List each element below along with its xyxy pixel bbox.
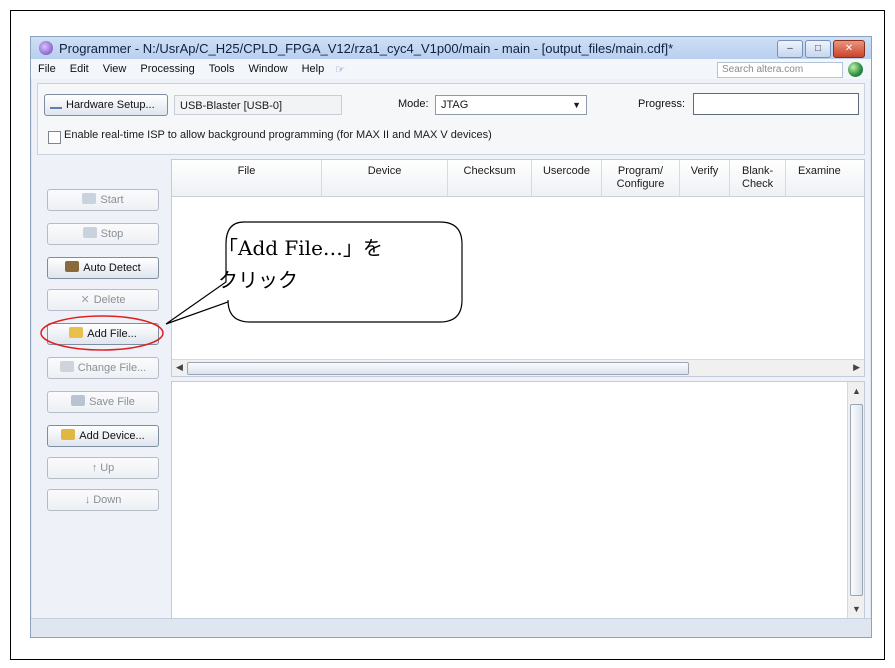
col-device[interactable]: Device [322,160,448,196]
arrow-up-icon: ↑ [91,462,98,474]
callout-line-1: 「Add File…」を [218,236,383,260]
auto-detect-icon [65,261,80,272]
add-device-label: Add Device... [79,430,145,442]
callout-text: 「Add File…」を クリック [218,232,458,296]
hardware-toolbar: Hardware Setup... USB-Blaster [USB-0] Mo… [37,83,865,155]
scroll-left-icon[interactable]: ◀ [176,362,183,373]
minimize-button[interactable]: – [777,40,803,58]
window-controls: – □ ✕ [777,40,865,58]
delete-label: Delete [93,294,126,306]
delete-button[interactable]: ✕ Delete [47,289,159,311]
col-blank-check[interactable]: Blank- Check [730,160,786,196]
up-button[interactable]: ↑ Up [47,457,159,479]
add-file-label: Add File... [87,328,137,340]
menu-tools[interactable]: Tools [202,63,242,75]
stop-button[interactable]: Stop [47,223,159,245]
horizontal-scrollbar[interactable]: ◀ ▶ [172,359,864,376]
callout-line-2: クリック [218,268,298,292]
scroll-right-icon[interactable]: ▶ [853,362,860,373]
progress-label: Progress: [638,98,686,110]
change-file-button[interactable]: Change File... [47,357,159,379]
folder-add-icon [69,327,84,338]
col-examine[interactable]: Examine [786,160,864,196]
device-chain-panel: ▲ ▼ [171,381,865,621]
save-icon [71,395,86,406]
menu-file[interactable]: File [31,63,63,75]
add-file-button[interactable]: Add File... [47,323,159,345]
delete-icon: ✕ [80,294,90,306]
maximize-button[interactable]: □ [805,40,831,58]
action-sidebar: Start Stop Auto Detect ✕ Delete Add File.… [37,159,165,619]
programmer-window: Programmer - N:/UsrAp/C_H25/CPLD_FPGA_V1… [30,36,872,638]
start-icon [82,193,97,204]
start-button[interactable]: Start [47,189,159,211]
down-label: Down [93,494,122,506]
table-header: File Device Checksum Usercode Program/ C… [172,160,864,197]
programmer-icon [39,41,53,55]
title-bar: Programmer - N:/UsrAp/C_H25/CPLD_FPGA_V1… [31,37,871,59]
progress-bar [693,93,859,115]
vertical-scroll-thumb[interactable] [850,404,863,596]
save-file-button[interactable]: Save File [47,391,159,413]
mode-select[interactable]: JTAG ▼ [435,95,587,115]
stop-label: Stop [100,228,124,240]
save-file-label: Save File [89,396,135,408]
auto-detect-label: Auto Detect [83,262,141,274]
chevron-down-icon: ▼ [572,100,581,110]
menu-view[interactable]: View [96,63,134,75]
menu-processing[interactable]: Processing [133,63,201,75]
col-checksum[interactable]: Checksum [448,160,532,196]
hardware-field: USB-Blaster [USB-0] [174,95,342,115]
up-label: Up [100,462,115,474]
menu-bar: File Edit View Processing Tools Window H… [31,59,871,79]
change-file-label: Change File... [77,362,147,374]
scroll-down-icon[interactable]: ▼ [852,604,861,614]
help-hint-icon[interactable]: ☞ [335,63,345,76]
window-title: Programmer - N:/UsrAp/C_H25/CPLD_FPGA_V1… [59,40,674,56]
search-input[interactable]: Search altera.com [717,62,843,78]
horizontal-scroll-thumb[interactable] [187,362,689,375]
globe-icon[interactable] [848,62,863,77]
col-verify[interactable]: Verify [680,160,730,196]
hardware-icon [50,97,62,109]
arrow-down-icon: ↓ [84,494,91,506]
down-button[interactable]: ↓ Down [47,489,159,511]
add-device-icon [61,429,76,440]
close-button[interactable]: ✕ [833,40,865,58]
scroll-up-icon[interactable]: ▲ [852,386,861,396]
col-file[interactable]: File [172,160,322,196]
isp-checkbox[interactable] [48,131,61,144]
vertical-scrollbar[interactable]: ▲ ▼ [847,382,864,618]
mode-label: Mode: [398,98,429,110]
menu-edit[interactable]: Edit [63,63,96,75]
stop-icon [82,227,97,238]
change-file-icon [59,361,74,372]
auto-detect-button[interactable]: Auto Detect [47,257,159,279]
col-usercode[interactable]: Usercode [532,160,602,196]
add-device-button[interactable]: Add Device... [47,425,159,447]
mode-value: JTAG [441,99,469,111]
hardware-setup-label: Hardware Setup... [66,99,155,111]
menu-help[interactable]: Help [295,63,332,75]
col-program-configure[interactable]: Program/ Configure [602,160,680,196]
status-bar [31,618,871,637]
hardware-setup-button[interactable]: Hardware Setup... [44,94,168,116]
start-label: Start [100,194,124,206]
isp-checkbox-label: Enable real-time ISP to allow background… [64,129,492,141]
menu-window[interactable]: Window [241,63,294,75]
